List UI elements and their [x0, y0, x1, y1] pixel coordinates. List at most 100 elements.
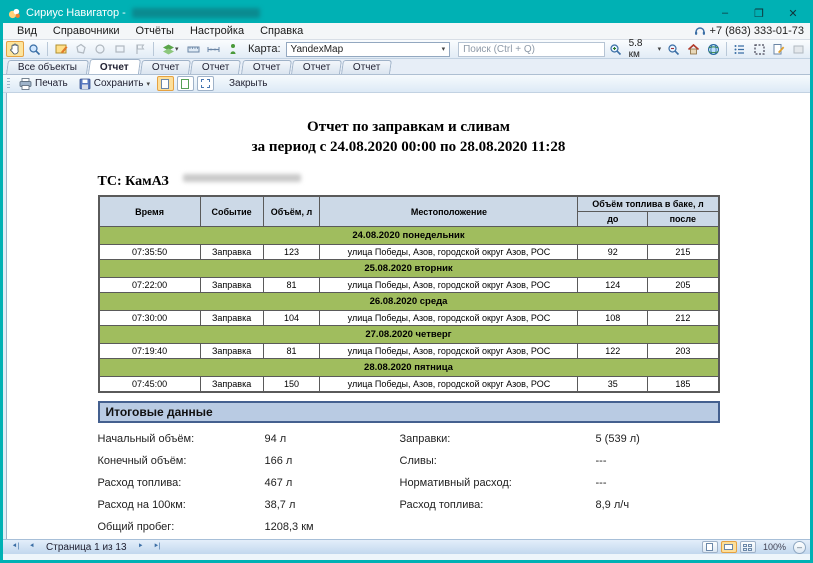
disabled-button[interactable] [789, 41, 807, 57]
maximize-button[interactable]: ❐ [742, 3, 776, 23]
ruler-icon [187, 43, 200, 56]
tab-1[interactable]: Отчет [88, 59, 141, 74]
polygon-tool-button[interactable] [72, 41, 90, 57]
last-page-button[interactable]: ⯈| [148, 541, 165, 553]
zoom-in-button[interactable] [607, 41, 625, 57]
summary-grid: Начальный объём:94 лЗаправки:5 (539 л)Ко… [98, 433, 720, 533]
first-page-button[interactable]: ⯇| [7, 541, 24, 553]
zoom-mode-grid-button[interactable] [740, 541, 756, 553]
status-bar: ⯇| ⯇ Страница 1 из 13 ⯈ ⯈| 100% – [3, 539, 810, 554]
day-band-row: 26.08.2020 среда [99, 293, 719, 311]
close-button[interactable]: ✕ [776, 3, 810, 23]
col-volume: Объём, л [263, 196, 320, 227]
save-button[interactable]: Сохранить ▾ [75, 77, 154, 91]
menu-item-1[interactable]: Справочники [45, 24, 128, 38]
table-cell: Заправка [200, 278, 263, 293]
next-page-button[interactable]: ⯈ [133, 541, 149, 553]
view-mode-single-button[interactable] [157, 76, 174, 91]
measure-button[interactable] [205, 41, 223, 57]
window-controls: – ❐ ✕ [708, 3, 810, 23]
close-report-button[interactable]: Закрыть [225, 77, 272, 90]
zoom-in-icon [609, 43, 622, 56]
print-button[interactable]: Печать [15, 77, 72, 91]
pan-hand-button[interactable] [6, 41, 24, 57]
close-report-label: Закрыть [229, 78, 268, 89]
map-edit-button[interactable] [52, 41, 70, 57]
app-logo-icon [8, 7, 21, 20]
menu-item-0[interactable]: Вид [9, 24, 45, 38]
map-select-value: YandexMap [291, 44, 344, 55]
measure-icon [207, 43, 220, 56]
view-mode-continuous-button[interactable] [177, 76, 194, 91]
view-mode-fit-button[interactable] [197, 76, 214, 91]
summary-value: --- [596, 455, 720, 467]
menu-item-4[interactable]: Справка [252, 24, 311, 38]
summary-label: Заправки: [400, 433, 596, 445]
tab-5[interactable]: Отчет [291, 60, 342, 74]
menu-item-2[interactable]: Отчёты [128, 24, 182, 38]
table-cell: 07:35:50 [99, 245, 201, 260]
report-table-body: 24.08.2020 понедельник07:35:50Заправка12… [99, 227, 719, 393]
table-cell: 205 [648, 278, 719, 293]
table-cell: 203 [648, 344, 719, 359]
legend-button[interactable] [731, 41, 749, 57]
day-band-label: 24.08.2020 понедельник [99, 227, 719, 245]
report-title: Отчет по заправкам и сливам [98, 119, 720, 136]
zoom-out-slider-button[interactable]: – [793, 541, 806, 554]
tab-0[interactable]: Все объекты [6, 60, 89, 74]
page-icon [706, 543, 713, 551]
single-page-icon [161, 79, 169, 89]
table-cell: улица Победы, Азов, городской округ Азов… [320, 245, 578, 260]
zoom-out-button[interactable] [665, 41, 683, 57]
toolbar-grip[interactable] [7, 78, 10, 90]
edit-report-button[interactable] [770, 41, 788, 57]
toolbar-right-group: 5.8 км ▾ [607, 38, 807, 60]
tab-6[interactable]: Отчет [341, 60, 392, 74]
summary-value [596, 521, 720, 533]
table-cell: 07:22:00 [99, 278, 201, 293]
tab-3[interactable]: Отчет [190, 60, 241, 74]
summary-value: --- [596, 477, 720, 489]
map-select[interactable]: YandexMap ▾ [286, 42, 451, 57]
zoom-mode-normal-button[interactable] [702, 541, 718, 553]
menu-item-3[interactable]: Настройка [182, 24, 252, 38]
phone-number: +7 (863) 333-01-73 [710, 25, 804, 37]
summary-label: Конечный объём: [98, 455, 265, 467]
tracking-button[interactable] [224, 41, 242, 57]
globe-icon [707, 43, 720, 56]
table-header: Время Событие Объём, л Местоположение Об… [99, 196, 719, 227]
summary-label: Расход на 100км: [98, 499, 265, 511]
table-cell: 81 [263, 344, 320, 359]
select-region-button[interactable] [750, 41, 768, 57]
prev-page-button[interactable]: ⯇ [24, 541, 40, 553]
tab-4[interactable]: Отчет [241, 60, 292, 74]
zoom-select-button[interactable] [26, 41, 44, 57]
flag-icon [134, 43, 146, 55]
circle-tool-button[interactable] [92, 41, 110, 57]
summary-value: 166 л [265, 455, 400, 467]
day-band-label: 26.08.2020 среда [99, 293, 719, 311]
map-edit-icon [55, 43, 68, 56]
ruler-button[interactable] [185, 41, 203, 57]
tab-label: Отчет [253, 62, 280, 73]
layers-button[interactable]: ▾ [158, 41, 183, 57]
vehicle-label: ТС: КамАЗ [98, 174, 169, 190]
frame-icon [753, 43, 766, 56]
minimize-button[interactable]: – [708, 3, 742, 23]
toolbar-separator [47, 42, 48, 56]
vehicle-heading: ТС: КамАЗ [98, 174, 720, 190]
report-subtitle: за период с 24.08.2020 00:00 по 28.08.20… [98, 139, 720, 156]
circle-icon [94, 43, 106, 55]
search-input[interactable]: Поиск (Ctrl + Q) [458, 42, 605, 57]
table-cell: улица Победы, Азов, городской округ Азов… [320, 278, 578, 293]
summary-value: 38,7 л [265, 499, 400, 511]
tab-2[interactable]: Отчет [140, 60, 191, 74]
globe-button[interactable] [704, 41, 722, 57]
scale-dropdown[interactable]: 5.8 км ▾ [627, 38, 664, 60]
map-label: Карта: [248, 43, 281, 55]
zoom-mode-width-button[interactable] [721, 541, 737, 553]
day-band-row: 27.08.2020 четверг [99, 326, 719, 344]
rectangle-tool-button[interactable] [111, 41, 129, 57]
home-button[interactable] [685, 41, 703, 57]
flag-tool-button[interactable] [131, 41, 149, 57]
